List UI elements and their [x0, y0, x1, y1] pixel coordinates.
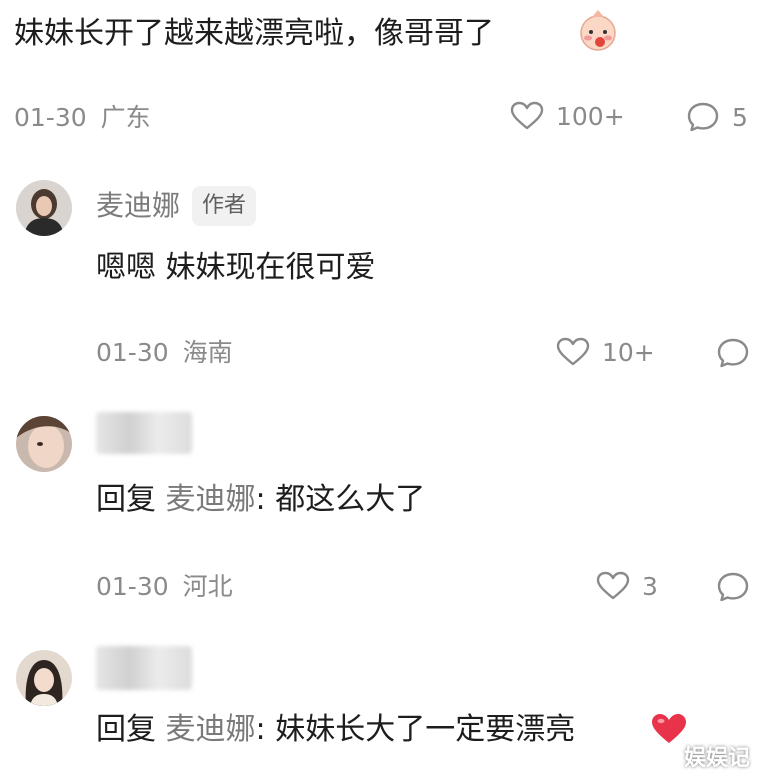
comment-location: 广东: [100, 103, 151, 132]
like-button[interactable]: 3: [596, 571, 658, 601]
reply-body: : 都这么大了: [255, 482, 426, 517]
heart-outline-icon: [596, 571, 630, 601]
reply-1-meta: 01-30 海南: [96, 338, 233, 368]
reply-prefix: 回复: [96, 712, 156, 747]
avatar[interactable]: [16, 650, 72, 706]
like-count: 10+: [602, 337, 655, 367]
top-comment-meta: 01-30 广东: [14, 103, 151, 133]
like-button[interactable]: 100+: [510, 101, 625, 131]
reply-2-meta: 01-30 河北: [96, 572, 233, 602]
reply-body: : 妹妹长大了一定要漂亮: [255, 712, 576, 747]
reply-count: 5: [732, 102, 748, 132]
comment-location: 海南: [182, 338, 233, 367]
reply-2-text: 回复 麦迪娜: 都这么大了: [96, 482, 425, 518]
top-comment-body: 妹妹长开了越来越漂亮啦，像哥哥了: [14, 16, 494, 51]
like-count: 100+: [556, 101, 625, 131]
avatar[interactable]: [16, 180, 72, 236]
reply-button[interactable]: [716, 571, 750, 603]
like-count: 3: [642, 571, 658, 601]
reply-prefix: 回复: [96, 482, 156, 517]
reply-target-user[interactable]: 麦迪娜: [166, 712, 256, 747]
reply-3-text: 回复 麦迪娜: 妹妹长大了一定要漂亮: [96, 712, 575, 748]
shy-baby-emoji: [578, 8, 618, 56]
comment-location: 河北: [182, 572, 233, 601]
user-name[interactable]: 麦迪娜: [96, 189, 180, 222]
speech-bubble-icon: [716, 571, 750, 603]
reply-target-user[interactable]: 麦迪娜: [166, 482, 256, 517]
speech-bubble-icon: [716, 337, 750, 369]
blurred-user-name: [96, 646, 192, 690]
avatar[interactable]: [16, 416, 72, 472]
reply-1-text: 嗯嗯 妹妹现在很可爱: [96, 250, 376, 285]
heart-outline-icon: [510, 101, 544, 131]
commenter-name[interactable]: 麦迪娜 作者: [96, 186, 257, 226]
comment-date: 01-30: [96, 572, 169, 601]
comment-date: 01-30: [96, 338, 169, 367]
top-comment-text: 妹妹长开了越来越漂亮啦，像哥哥了: [14, 16, 494, 52]
reply-button[interactable]: [716, 337, 750, 369]
comment-date: 01-30: [14, 103, 87, 132]
reply-button[interactable]: 5: [686, 101, 748, 133]
heart-outline-icon: [556, 337, 590, 367]
speech-bubble-icon: [686, 101, 720, 133]
author-badge: 作者: [192, 186, 257, 226]
like-button[interactable]: 10+: [556, 337, 655, 367]
blurred-user-name: [96, 412, 192, 454]
red-heart-emoji: [650, 712, 688, 750]
watermark: 娱娱记: [684, 746, 751, 771]
